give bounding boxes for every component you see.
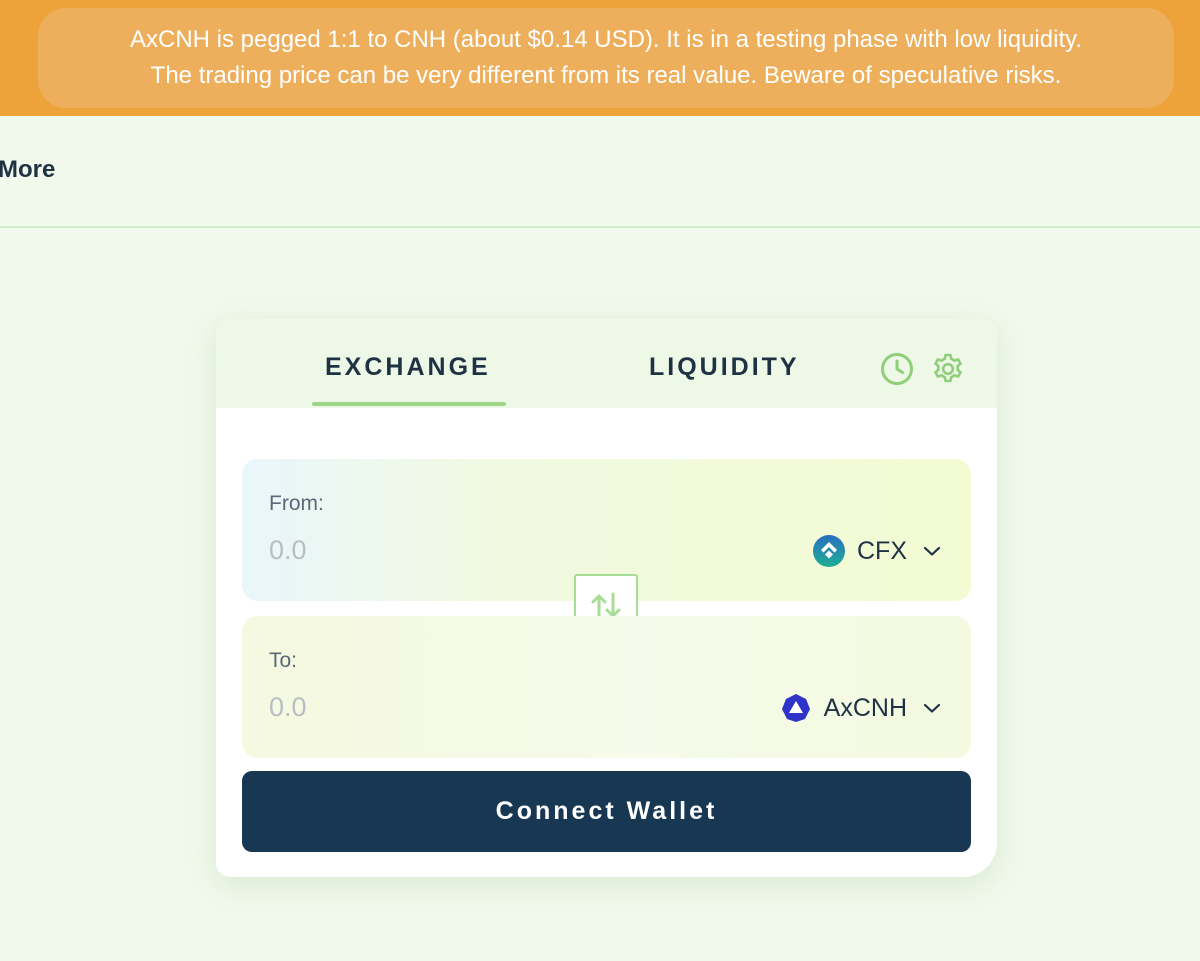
chevron-down-icon bbox=[923, 546, 941, 556]
connect-wallet-button[interactable]: Connect Wallet bbox=[242, 771, 971, 852]
warning-banner: AxCNH is pegged 1:1 to CNH (about $0.14 … bbox=[0, 0, 1200, 116]
to-panel: To: 0.0 AxCNH bbox=[242, 616, 971, 758]
to-token-name: AxCNH bbox=[823, 693, 907, 722]
gear-icon[interactable] bbox=[930, 351, 966, 387]
cfx-token-icon bbox=[813, 535, 845, 567]
from-label: From: bbox=[269, 492, 324, 515]
warning-banner-line-1: AxCNH is pegged 1:1 to CNH (about $0.14 … bbox=[129, 26, 1082, 53]
tab-liquidity[interactable]: LIQUIDITY bbox=[649, 353, 800, 382]
to-token-selector[interactable]: AxCNH bbox=[780, 692, 941, 724]
clock-icon[interactable] bbox=[879, 351, 915, 387]
axcnh-token-icon bbox=[781, 694, 810, 722]
to-label: To: bbox=[269, 649, 298, 672]
warning-banner-line-2: The trading price can be very different … bbox=[150, 62, 1062, 89]
tab-exchange[interactable]: EXCHANGE bbox=[325, 353, 491, 382]
nav-more-link[interactable]: More bbox=[0, 156, 55, 184]
header-divider bbox=[0, 226, 1200, 228]
from-amount-input[interactable]: 0.0 bbox=[269, 535, 307, 566]
swap-card: EXCHANGE LIQUIDITY From: 0.0 CFX To: 0.0… bbox=[216, 319, 997, 877]
warning-banner-message: AxCNH is pegged 1:1 to CNH (about $0.14 … bbox=[38, 8, 1174, 108]
swap-card-header: EXCHANGE LIQUIDITY bbox=[216, 319, 997, 408]
active-tab-indicator bbox=[312, 402, 506, 406]
chevron-down-icon bbox=[923, 703, 941, 713]
to-amount-input[interactable]: 0.0 bbox=[269, 692, 307, 723]
from-token-selector[interactable]: CFX bbox=[813, 535, 941, 567]
from-token-name: CFX bbox=[857, 536, 907, 565]
